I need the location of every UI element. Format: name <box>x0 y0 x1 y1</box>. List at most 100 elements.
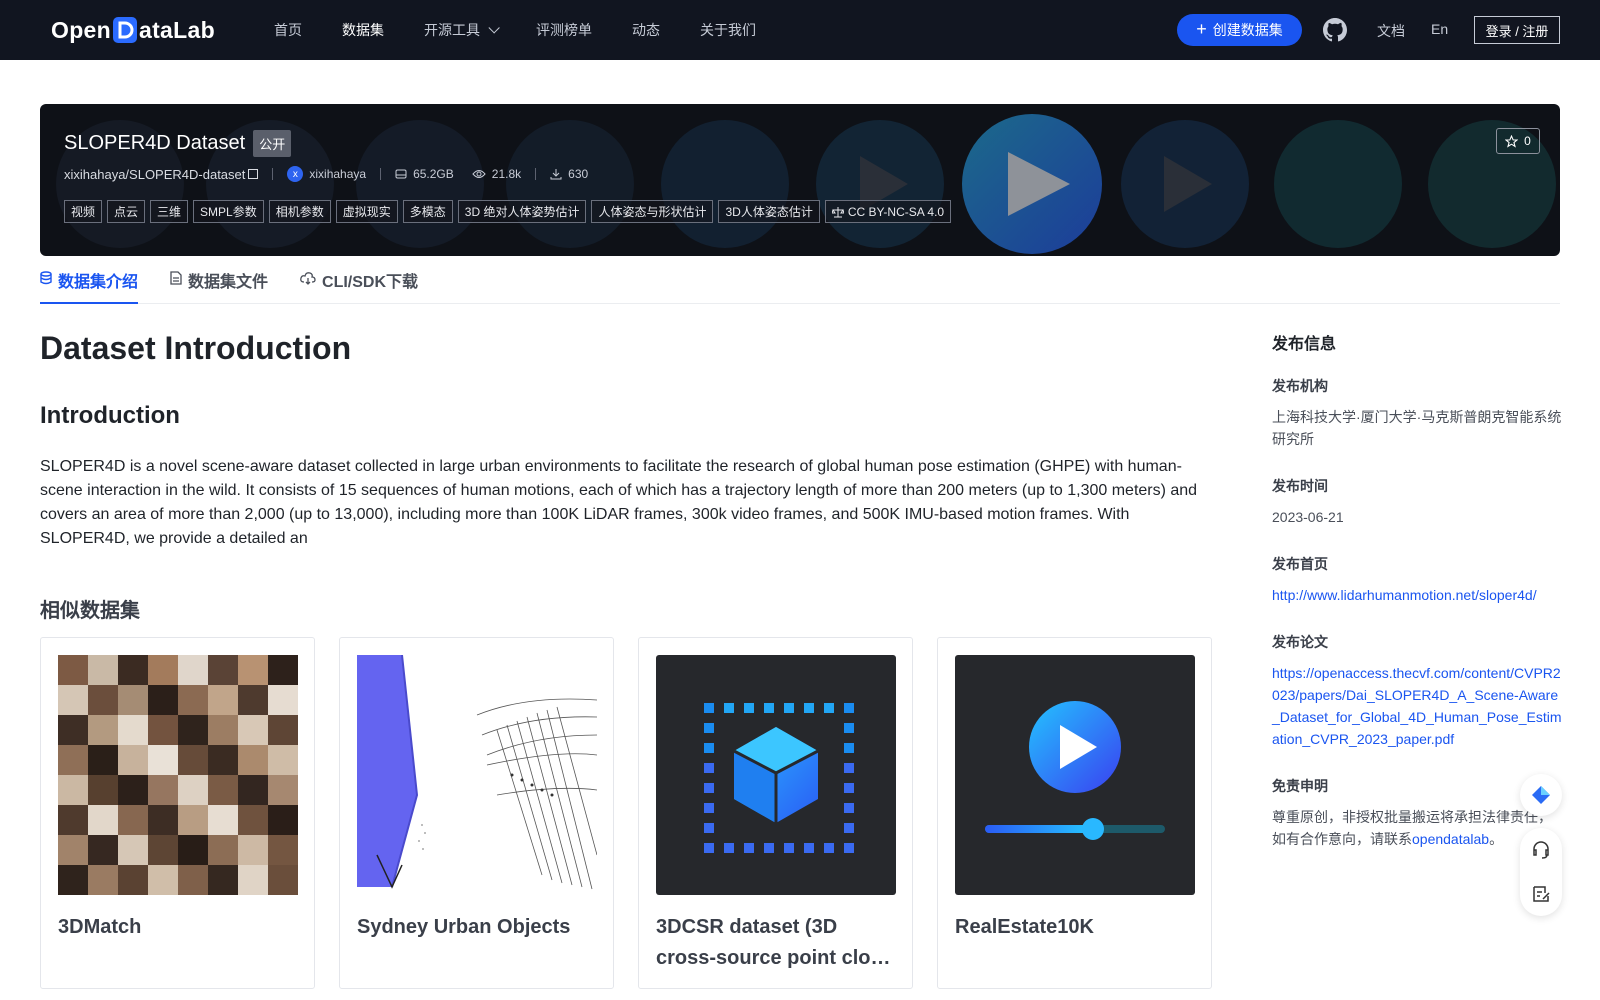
star-count: 0 <box>1524 134 1531 148</box>
nav-leaderboard[interactable]: 评测榜单 <box>536 20 592 40</box>
tab-introduction-label: 数据集介绍 <box>58 274 139 291</box>
divider <box>380 168 382 180</box>
opendatalab-logo[interactable]: Open ataLab <box>51 14 215 46</box>
org-value: 上海科技大学·厦门大学·马克斯普朗克智能系统研究所 <box>1272 409 1562 447</box>
tag[interactable]: 三维 <box>150 200 189 223</box>
file-icon <box>170 271 182 285</box>
author-name: xixihahaya <box>309 167 367 181</box>
repo-path: xixihahaya/SLOPER4D-dataset <box>64 166 246 182</box>
top-navbar: Open ataLab 首页 数据集 开源工具 评测榜单 动态 关于我们 + 创建… <box>0 0 1600 60</box>
nav-open-tools[interactable]: 开源工具 <box>424 20 500 40</box>
tag[interactable]: 3D人体姿态估计 <box>718 200 820 223</box>
section-heading: Introduction <box>40 402 180 429</box>
copy-icon[interactable] <box>248 169 259 179</box>
nav-home[interactable]: 首页 <box>274 20 302 40</box>
logo-d-icon <box>112 16 138 44</box>
dataset-thumbnail <box>357 655 597 895</box>
org-label: 发布机构 <box>1272 378 1328 394</box>
create-dataset-label: 创建数据集 <box>1212 22 1283 38</box>
download-icon <box>550 169 562 180</box>
dataset-card[interactable]: 3DMatch <box>40 637 315 989</box>
tag[interactable]: 多模态 <box>402 200 453 223</box>
create-dataset-button[interactable]: + 创建数据集 <box>1177 14 1302 46</box>
logo-text-left: Open <box>51 16 111 43</box>
disclaimer-label: 免责申明 <box>1272 778 1328 794</box>
dataset-hero-banner: SLOPER4D Dataset 公开 xixihahaya/SLOPER4D-… <box>40 104 1560 256</box>
dataset-title-row: SLOPER4D Dataset 公开 <box>64 130 292 157</box>
dataset-card-title: Sydney Urban Objects <box>357 916 571 938</box>
headset-icon[interactable] <box>1531 840 1551 860</box>
cloud-icon <box>300 272 316 285</box>
divider <box>535 168 537 180</box>
downloads-value: 630 <box>568 167 589 181</box>
divider <box>272 168 274 180</box>
disk-icon <box>395 169 407 179</box>
scale-icon <box>831 206 844 217</box>
publish-info-heading: 发布信息 <box>1272 336 1337 353</box>
dataset-card[interactable]: 3DCSR dataset (3D cross-source point clo… <box>638 637 913 989</box>
tag[interactable]: 点云 <box>107 200 146 223</box>
similar-datasets-heading: 相似数据集 <box>40 600 140 622</box>
login-register-button[interactable]: 登录 / 注册 <box>1474 16 1560 44</box>
opendatalab-contact-link[interactable]: opendatalab <box>1412 831 1489 847</box>
size-value: 65.2GB <box>413 167 454 181</box>
dataset-card-title: 3DCSR dataset (3D cross-source point clo… <box>656 916 895 969</box>
tag[interactable]: SMPL参数 <box>193 200 264 223</box>
tab-files-label: 数据集文件 <box>188 274 269 291</box>
homepage-label: 发布首页 <box>1272 556 1328 572</box>
similar-datasets-list: 3DMatch Sydney Urban Objects 3DCSR datas… <box>40 637 1212 989</box>
tag[interactable]: 3D 绝对人体姿势估计 <box>457 200 587 223</box>
nav-about[interactable]: 关于我们 <box>700 20 756 40</box>
dataset-thumbnail <box>58 655 298 895</box>
floating-actions <box>1520 774 1562 916</box>
dataset-card[interactable]: Sydney Urban Objects <box>339 637 614 989</box>
tab-cli-sdk[interactable]: CLI/SDK下载 <box>300 268 418 304</box>
tag[interactable]: 相机参数 <box>268 200 331 223</box>
nav-news[interactable]: 动态 <box>632 20 660 40</box>
diamond-logo-icon <box>1532 786 1550 804</box>
publish-info-panel: 发布信息 发布机构 上海科技大学·厦门大学·马克斯普朗克智能系统研究所 发布时间… <box>1272 330 1562 876</box>
feedback-edit-icon[interactable] <box>1531 884 1551 904</box>
paper-link[interactable]: https://openaccess.thecvf.com/content/CV… <box>1272 665 1562 747</box>
introduction-text: SLOPER4D is a novel scene-aware dataset … <box>40 458 1198 547</box>
eye-icon <box>472 170 486 178</box>
homepage-link[interactable]: http://www.lidarhumanmotion.net/sloper4d… <box>1272 587 1537 603</box>
views-stat: 21.8k <box>472 167 521 181</box>
page-heading: Dataset Introduction <box>40 330 352 366</box>
logo-text-right: ataLab <box>138 16 215 43</box>
star-icon <box>1505 134 1519 148</box>
database-icon <box>40 271 52 285</box>
tab-cli-sdk-label: CLI/SDK下载 <box>322 274 419 291</box>
tag[interactable]: 视频 <box>64 200 103 223</box>
avatar: x <box>287 166 304 182</box>
dataset-card[interactable]: RealEstate10K <box>937 637 1212 989</box>
tab-introduction[interactable]: 数据集介绍 <box>40 268 139 304</box>
tag[interactable]: 虚拟现实 <box>335 200 398 223</box>
tab-files[interactable]: 数据集文件 <box>170 268 268 304</box>
nav-datasets[interactable]: 数据集 <box>342 20 384 40</box>
nav-docs[interactable]: 文档 <box>1377 21 1405 41</box>
dataset-title: SLOPER4D Dataset <box>64 132 246 154</box>
tag[interactable]: 人体姿态与形状估计 <box>591 200 714 223</box>
assistant-button[interactable] <box>1520 774 1562 816</box>
dataset-card-title: 3DMatch <box>58 916 142 938</box>
disclaimer-end: 。 <box>1489 831 1504 847</box>
paper-label: 发布论文 <box>1272 634 1328 650</box>
disclaimer-text: 尊重原创，非授权批量搬运将承担法律责任，如有合作意向，请联系opendatala… <box>1272 806 1562 850</box>
star-button[interactable]: 0 <box>1496 128 1540 154</box>
date-value: 2023-06-21 <box>1272 509 1344 525</box>
chevron-down-icon <box>488 22 500 34</box>
github-icon[interactable] <box>1323 18 1347 42</box>
downloads-stat: 630 <box>550 167 588 181</box>
views-value: 21.8k <box>491 167 522 181</box>
nav-open-tools-label: 开源工具 <box>424 22 480 38</box>
tag-list: 视频 点云 三维 SMPL参数 相机参数 虚拟现实 多模态 3D 绝对人体姿势估… <box>64 200 952 223</box>
dataset-thumbnail <box>656 655 896 895</box>
language-switch[interactable]: En <box>1431 21 1448 37</box>
dataset-thumbnail <box>955 655 1195 895</box>
plus-icon: + <box>1196 19 1207 39</box>
license-tag[interactable]: CC BY-NC-SA 4.0 <box>824 200 952 223</box>
support-group <box>1520 828 1562 916</box>
date-label: 发布时间 <box>1272 478 1328 494</box>
author[interactable]: x xixihahaya <box>287 166 366 182</box>
